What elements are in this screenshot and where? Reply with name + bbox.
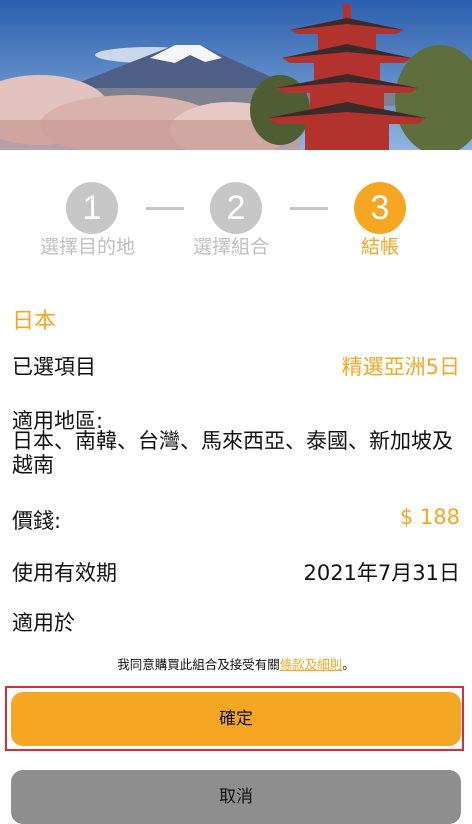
validity-value: 2021年7月31日: [303, 561, 460, 585]
price-label: 價錢:: [12, 509, 62, 533]
agreement-suffix: 。: [342, 657, 355, 672]
agreement-text: 我同意購買此組合及接受有關條款及細則。: [0, 654, 472, 673]
step-1-circle: 1: [66, 182, 118, 234]
checkout-stepper: 1 2 3 選擇目的地 選擇組合 結帳: [0, 150, 472, 270]
agreement-prefix: 我同意購買此組合及接受有關: [117, 657, 280, 672]
confirm-button[interactable]: 確定: [11, 692, 461, 746]
terms-link[interactable]: 條款及細則: [280, 657, 343, 672]
selected-item-value: 精選亞洲5日: [341, 355, 460, 379]
step-2-circle: 2: [210, 182, 262, 234]
step-connector: [290, 207, 328, 210]
applicable-label: 適用於: [12, 611, 75, 635]
country-title: 日本: [12, 309, 57, 334]
cancel-button[interactable]: 取消: [11, 770, 461, 824]
step-connector: [146, 207, 184, 210]
step-2-label: 選擇組合: [193, 236, 270, 258]
step-3-circle: 3: [354, 182, 406, 234]
step-1-label: 選擇目的地: [40, 236, 136, 258]
step-3-label: 結帳: [361, 236, 400, 258]
price-value: $ 188: [399, 505, 460, 529]
mount-fuji-pagoda-photo: [0, 0, 472, 150]
validity-label: 使用有效期: [12, 561, 117, 585]
selected-item-label: 已選項目: [12, 355, 96, 379]
regions-value: 日本、南韓、台灣、馬來西亞、泰國、新加坡及越南: [12, 429, 453, 477]
hero-image: [0, 0, 472, 150]
